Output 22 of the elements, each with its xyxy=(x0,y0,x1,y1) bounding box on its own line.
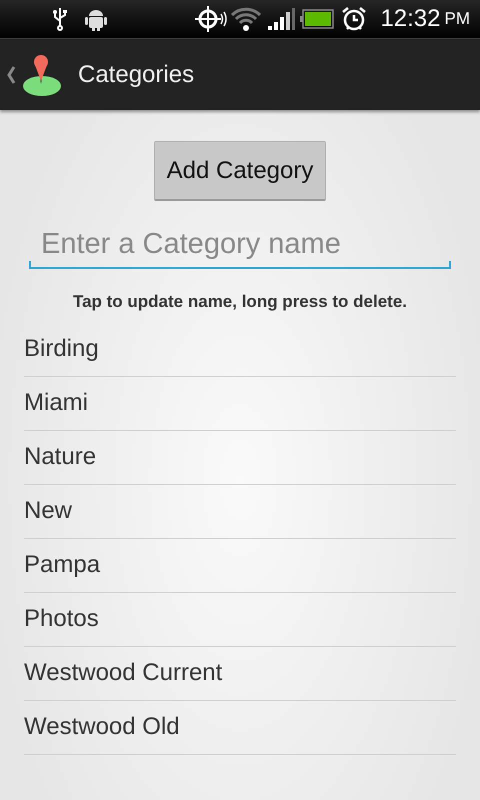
alarm-icon xyxy=(341,6,367,32)
usb-icon xyxy=(52,7,68,31)
category-item[interactable]: Pampa xyxy=(24,538,456,592)
clock-am-pm: PM xyxy=(444,8,470,30)
instruction-text: Tap to update name, long press to delete. xyxy=(72,291,408,313)
signal-icon xyxy=(268,7,296,31)
category-item[interactable]: Miami xyxy=(24,376,456,430)
category-item[interactable]: New xyxy=(24,484,456,538)
map-pin-icon xyxy=(22,52,62,96)
category-item[interactable]: Westwood Old xyxy=(24,700,456,754)
category-item[interactable]: Westwood Current xyxy=(24,646,456,700)
wifi-icon xyxy=(230,6,262,32)
battery-icon xyxy=(300,9,334,29)
category-item[interactable]: Photos xyxy=(24,592,456,646)
back-caret-icon[interactable] xyxy=(6,66,16,84)
category-name-field[interactable]: Enter a Category name xyxy=(29,221,451,269)
category-item[interactable]: Birding xyxy=(24,322,456,376)
screen-title: Categories xyxy=(78,60,194,90)
clock-time: 12:32 xyxy=(380,7,440,31)
add-category-button[interactable]: Add Category xyxy=(154,141,326,201)
category-item[interactable]: Nature xyxy=(24,430,456,484)
gps-icon xyxy=(194,4,228,34)
